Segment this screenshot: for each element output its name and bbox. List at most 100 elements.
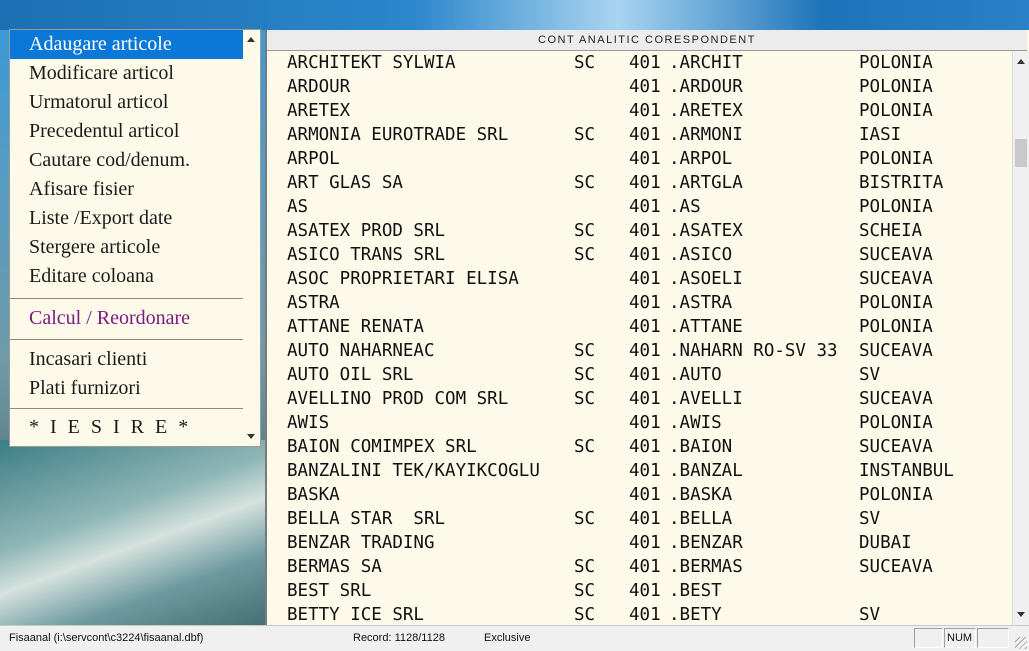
cell-type: SC bbox=[574, 581, 596, 601]
cell-type: SC bbox=[574, 605, 596, 625]
table-row[interactable]: ARCHITEKT SYLWIA SC 401 .ARCHIT POLONIA bbox=[267, 51, 1013, 75]
cell-account: 401 bbox=[629, 317, 661, 337]
cell-city: BISTRITA bbox=[859, 173, 944, 193]
table-row[interactable]: ARETEX 401 .ARETEX POLONIA bbox=[267, 99, 1013, 123]
status-panel-empty bbox=[977, 628, 1009, 648]
menu-item-calcul-reordonare[interactable]: Calcul / Reordonare bbox=[10, 304, 245, 333]
table-row[interactable]: BANZALINI TEK/KAYIKCOGLU 401 .BANZAL INSTAN… bbox=[267, 459, 1013, 483]
scroll-down-arrow-icon[interactable] bbox=[247, 434, 255, 439]
menu-scrollbar[interactable] bbox=[243, 30, 260, 446]
cell-type: SC bbox=[574, 437, 596, 457]
cell-name: BEST SRL bbox=[287, 581, 372, 601]
table-row[interactable]: BETTY ICE SRL SC 401 .BETY SV bbox=[267, 603, 1013, 625]
cell-analytic-code: .ASICO bbox=[669, 245, 733, 265]
table-row[interactable]: BASKA 401 .BASKA POLONIA bbox=[267, 483, 1013, 507]
scroll-up-arrow-icon[interactable] bbox=[247, 37, 255, 42]
cell-name: AUTO OIL SRL bbox=[287, 365, 414, 385]
cell-analytic-code: .AUTO bbox=[669, 365, 722, 385]
scroll-up-arrow-icon[interactable] bbox=[1017, 59, 1025, 64]
cell-name: BAION COMIMPEX SRL bbox=[287, 437, 477, 457]
table-row[interactable]: ASOC PROPRIETARI ELISA 401 .ASOELI SUCEAVA bbox=[267, 267, 1013, 291]
cell-city: SUCEAVA bbox=[859, 389, 933, 409]
table-row[interactable]: BELLA STAR SRL SC 401 .BELLA SV bbox=[267, 507, 1013, 531]
cell-name: BELLA STAR SRL bbox=[287, 509, 446, 529]
menu-item-iesire[interactable]: * I E S I R E * bbox=[10, 413, 245, 442]
cell-analytic-code: .ATTANE bbox=[669, 317, 743, 337]
cell-analytic-code: .BERMAS bbox=[669, 557, 743, 577]
cell-account: 401 bbox=[629, 101, 661, 121]
cell-name: ARMONIA EUROTRADE SRL bbox=[287, 125, 509, 145]
cell-name: AUTO NAHARNEAC bbox=[287, 341, 435, 361]
cell-account: 401 bbox=[629, 461, 661, 481]
table-row[interactable]: AS 401 .AS POLONIA bbox=[267, 195, 1013, 219]
table-row[interactable]: ARPOL 401 .ARPOL POLONIA bbox=[267, 147, 1013, 171]
table-row[interactable]: BAION COMIMPEX SRL SC 401 .BAION SUCEAVA bbox=[267, 435, 1013, 459]
menu-list: Adaugare articole Modificare articol Urm… bbox=[10, 30, 245, 442]
table-row[interactable]: ART GLAS SA SC 401 .ARTGLA BISTRITA bbox=[267, 171, 1013, 195]
table-row[interactable]: AVELLINO PROD COM SRL SC 401 .AVELLI SUCEAVA bbox=[267, 387, 1013, 411]
menu-item-afisare-fisier[interactable]: Afisare fisier bbox=[10, 175, 245, 204]
cell-analytic-code: .BANZAL bbox=[669, 461, 743, 481]
grid-scrollbar[interactable] bbox=[1012, 51, 1029, 625]
cell-type: SC bbox=[574, 245, 596, 265]
menu-item-adaugare-articole[interactable]: Adaugare articole bbox=[10, 30, 245, 59]
cell-account: 401 bbox=[629, 221, 661, 241]
cell-account: 401 bbox=[629, 533, 661, 553]
menu-item-modificare-articol[interactable]: Modificare articol bbox=[10, 59, 245, 88]
cell-type: SC bbox=[574, 53, 596, 73]
cell-analytic-code: .AWIS bbox=[669, 413, 722, 433]
resize-grip-icon[interactable] bbox=[1015, 637, 1027, 649]
grid-rows: ARCHITEKT SYLWIA SC 401 .ARCHIT POLONIA ARDOU… bbox=[267, 51, 1013, 625]
cell-analytic-code: .BASKA bbox=[669, 485, 733, 505]
table-row[interactable]: BEST SRL SC 401 .BEST bbox=[267, 579, 1013, 603]
menu-item-incasari-clienti[interactable]: Incasari clienti bbox=[10, 345, 245, 374]
table-row[interactable]: BERMAS SA SC 401 .BERMAS SUCEAVA bbox=[267, 555, 1013, 579]
menu-item-stergere-articole[interactable]: Stergere articole bbox=[10, 233, 245, 262]
cell-city: SV bbox=[859, 509, 881, 529]
cell-analytic-code: .ARMONI bbox=[669, 125, 743, 145]
cell-city: POLONIA bbox=[859, 149, 933, 169]
cell-account: 401 bbox=[629, 557, 661, 577]
menu-item-cautare[interactable]: Cautare cod/denum. bbox=[10, 146, 245, 175]
cell-analytic-code: .BENZAR bbox=[669, 533, 743, 553]
menu-item-editare-coloana[interactable]: Editare coloana bbox=[10, 262, 245, 291]
table-row[interactable]: ARMONIA EUROTRADE SRL SC 401 .ARMONI IASI bbox=[267, 123, 1013, 147]
table-row[interactable]: AUTO NAHARNEAC SC 401 .NAHARN RO-SV 33 SUCEA… bbox=[267, 339, 1013, 363]
cell-name: ASTRA bbox=[287, 293, 340, 313]
cell-name: ART GLAS SA bbox=[287, 173, 403, 193]
cell-city: POLONIA bbox=[859, 101, 933, 121]
table-row[interactable]: ATTANE RENATA 401 .ATTANE POLONIA bbox=[267, 315, 1013, 339]
table-row[interactable]: ASICO TRANS SRL SC 401 .ASICO SUCEAVA bbox=[267, 243, 1013, 267]
table-row[interactable]: AWIS 401 .AWIS POLONIA bbox=[267, 411, 1013, 435]
table-row[interactable]: ASATEX PROD SRL SC 401 .ASATEX SCHEIA bbox=[267, 219, 1013, 243]
cell-name: AVELLINO PROD COM SRL bbox=[287, 389, 509, 409]
cell-city: SUCEAVA bbox=[859, 269, 933, 289]
table-row[interactable]: ARDOUR 401 .ARDOUR POLONIA bbox=[267, 75, 1013, 99]
cell-account: 401 bbox=[629, 197, 661, 217]
desktop-background-lower bbox=[0, 440, 265, 625]
cell-city: POLONIA bbox=[859, 413, 933, 433]
table-row[interactable]: AUTO OIL SRL SC 401 .AUTO SV bbox=[267, 363, 1013, 387]
menu-item-urmatorul-articol[interactable]: Urmatorul articol bbox=[10, 88, 245, 117]
scrollbar-thumb[interactable] bbox=[1015, 139, 1027, 167]
table-row[interactable]: ASTRA 401 .ASTRA POLONIA bbox=[267, 291, 1013, 315]
cell-city: SV bbox=[859, 605, 881, 625]
cell-analytic-code: .ARETEX bbox=[669, 101, 743, 121]
cell-name: ATTANE RENATA bbox=[287, 317, 424, 337]
table-row[interactable]: BENZAR TRADING 401 .BENZAR DUBAI bbox=[267, 531, 1013, 555]
cell-type: SC bbox=[574, 389, 596, 409]
cell-city: POLONIA bbox=[859, 317, 933, 337]
menu-item-precedentul-articol[interactable]: Precedentul articol bbox=[10, 117, 245, 146]
scroll-down-arrow-icon[interactable] bbox=[1017, 612, 1025, 617]
menu-item-plati-furnizori[interactable]: Plati furnizori bbox=[10, 374, 245, 403]
cell-name: ARPOL bbox=[287, 149, 340, 169]
cell-account: 401 bbox=[629, 293, 661, 313]
cell-name: ASICO TRANS SRL bbox=[287, 245, 446, 265]
cell-account: 401 bbox=[629, 485, 661, 505]
status-file: Fisaanal (i:\servcont\c3224\fisaanal.dbf… bbox=[9, 632, 204, 644]
cell-analytic-code: .ASATEX bbox=[669, 221, 743, 241]
cell-account: 401 bbox=[629, 581, 661, 601]
cell-name: ASATEX PROD SRL bbox=[287, 221, 446, 241]
menu-item-liste-export[interactable]: Liste /Export date bbox=[10, 204, 245, 233]
cell-analytic-code: .AS bbox=[669, 197, 701, 217]
